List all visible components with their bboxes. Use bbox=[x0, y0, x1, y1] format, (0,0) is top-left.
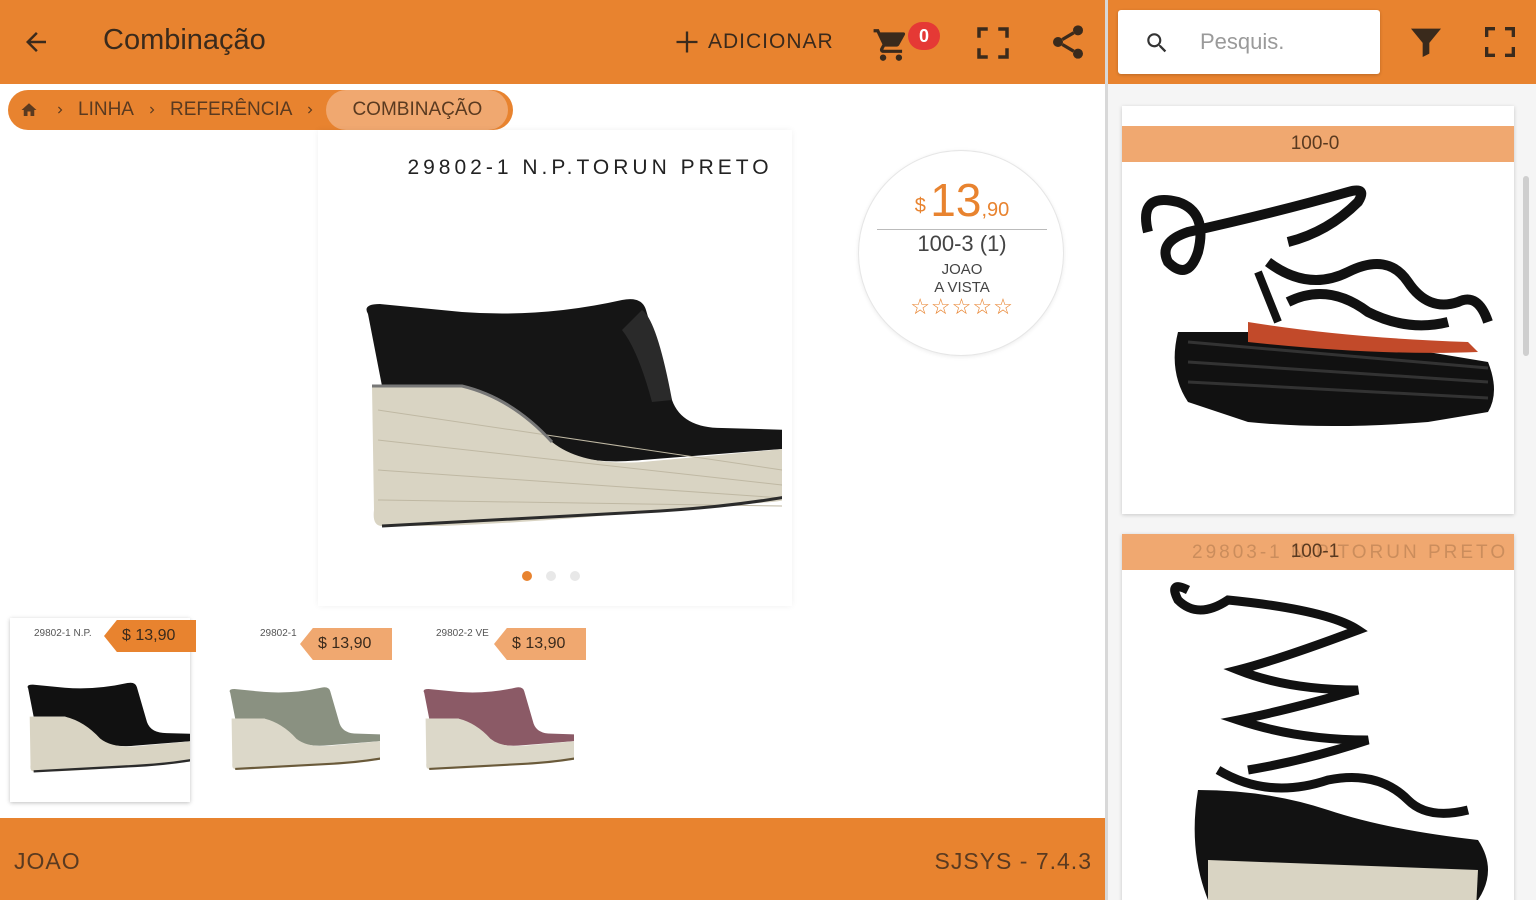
thumbnail-price-tag: $ 13,90 bbox=[494, 628, 586, 660]
price-integer: 13 bbox=[930, 174, 982, 226]
fullscreen-icon[interactable] bbox=[972, 22, 1014, 64]
rating-stars: ☆☆☆☆☆ bbox=[910, 294, 1014, 319]
thumbnail-price-tag: $ 13,90 bbox=[300, 628, 392, 660]
product-shoe-image bbox=[366, 299, 782, 528]
thumbnail-price-tag: $ 13,90 bbox=[104, 620, 196, 652]
filter-icon[interactable] bbox=[1406, 22, 1448, 64]
sandal-image bbox=[1141, 185, 1494, 426]
thumbnail-name: 29802-2 VE bbox=[436, 628, 489, 639]
carousel-dot[interactable] bbox=[546, 571, 556, 581]
variant-thumbnail[interactable]: 29802-2 VE $ 13,90 bbox=[400, 618, 586, 802]
fullscreen-icon[interactable] bbox=[1480, 22, 1522, 64]
home-icon[interactable] bbox=[8, 90, 50, 130]
thumbnail-shoe-image bbox=[27, 682, 190, 773]
variant-thumbnail[interactable]: 29802-1 $ 13,90 bbox=[206, 618, 392, 802]
product-name: 29802-1 N.P.TORUN PRETO bbox=[407, 156, 773, 179]
list-top-bar bbox=[1108, 0, 1536, 84]
carousel-dot[interactable] bbox=[522, 571, 532, 581]
share-icon[interactable] bbox=[1048, 22, 1090, 64]
back-arrow-icon[interactable] bbox=[16, 22, 56, 62]
price-decimal: ,90 bbox=[981, 199, 1010, 221]
variant-thumbnail[interactable]: 29802-1 N.P. $ 13,90 bbox=[10, 618, 196, 802]
search-input[interactable] bbox=[1200, 26, 1370, 58]
plus-icon bbox=[672, 27, 702, 57]
price-value: $ 13,90 bbox=[859, 173, 1065, 227]
breadcrumb-item-linha[interactable]: LINHA bbox=[70, 99, 142, 121]
combination-card-label: 100-0 bbox=[1122, 126, 1514, 162]
combination-card-ghost-text: 29803-1 N.P.TORUN PRETO bbox=[1192, 542, 1509, 563]
price-badge: $ 13,90 100-3 (1) JOAO A VISTA ☆☆☆☆☆ bbox=[858, 150, 1064, 356]
breadcrumb-item-referencia[interactable]: REFERÊNCIA bbox=[162, 99, 300, 121]
search-icon bbox=[1147, 33, 1167, 53]
thumbnail-name: 29802-1 N.P. bbox=[34, 628, 92, 639]
product-panel: Combinação ADICIONAR 0 LINHA REFERÊNCIA … bbox=[0, 0, 1106, 900]
search-box bbox=[1118, 10, 1380, 74]
add-button[interactable]: ADICIONAR bbox=[672, 24, 834, 60]
add-button-label: ADICIONAR bbox=[708, 30, 834, 53]
app: Combinação ADICIONAR 0 LINHA REFERÊNCIA … bbox=[0, 0, 1536, 900]
price-divider bbox=[877, 229, 1047, 230]
breadcrumb: LINHA REFERÊNCIA COMBINAÇÃO bbox=[8, 90, 513, 130]
price-currency: $ bbox=[914, 195, 926, 217]
page-title: Combinação bbox=[103, 24, 266, 56]
combination-card[interactable]: 100-0 bbox=[1122, 106, 1514, 514]
top-bar: Combinação ADICIONAR 0 bbox=[0, 0, 1106, 84]
carousel-dot[interactable] bbox=[570, 571, 580, 581]
chevron-right-icon bbox=[50, 90, 70, 130]
breadcrumb-item-combinacao: COMBINAÇÃO bbox=[326, 90, 509, 130]
chevron-right-icon bbox=[300, 90, 320, 130]
seller-name: JOAO bbox=[941, 261, 983, 278]
chevron-right-icon bbox=[142, 90, 162, 130]
combination-list-panel: 100-0 100-1 29803-1 N.P.TORUN PRETO bbox=[1108, 0, 1536, 900]
footer-user: JOAO bbox=[14, 848, 81, 874]
combination-card[interactable]: 100-1 29803-1 N.P.TORUN PRETO bbox=[1122, 534, 1514, 900]
thumbnail-shoe-image bbox=[423, 687, 574, 771]
sandal-image bbox=[1170, 582, 1488, 900]
cart-button[interactable]: 0 bbox=[872, 22, 942, 66]
thumbnail-name: 29802-1 bbox=[260, 628, 297, 639]
carousel-dots bbox=[522, 571, 580, 581]
price-reference: 100-3 (1) bbox=[917, 231, 1007, 256]
cart-icon bbox=[873, 29, 906, 61]
product-image-carousel[interactable]: 29802-1 N.P.TORUN PRETO bbox=[318, 130, 792, 606]
cart-count-badge: 0 bbox=[908, 22, 940, 50]
thumbnail-shoe-image bbox=[229, 687, 380, 771]
combination-list[interactable]: 100-0 100-1 29803-1 N.P.TORUN PRETO bbox=[1108, 84, 1536, 900]
scrollbar[interactable] bbox=[1523, 176, 1529, 356]
footer-version: SJSYS - 7.4.3 bbox=[934, 848, 1092, 874]
footer-bar: JOAO SJSYS - 7.4.3 bbox=[0, 818, 1106, 900]
